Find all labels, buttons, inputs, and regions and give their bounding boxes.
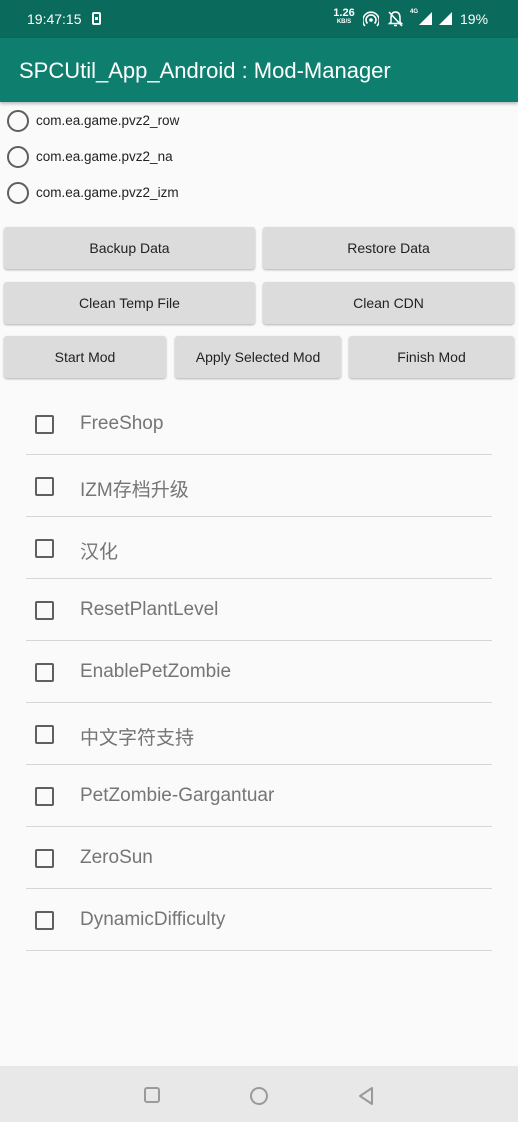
- network-type: 4G: [410, 9, 419, 15]
- checkbox[interactable]: [35, 849, 54, 868]
- package-label: com.ea.game.pvz2_izm: [36, 185, 179, 200]
- package-label: com.ea.game.pvz2_row: [36, 113, 180, 128]
- phone-icon: [92, 12, 101, 25]
- checkbox[interactable]: [35, 787, 54, 806]
- mod-checkbox-row[interactable]: IZM存档升级: [26, 455, 492, 517]
- checkbox[interactable]: [35, 539, 54, 558]
- page-title: SPCUtil_App_Android : Mod-Manager: [19, 58, 391, 83]
- mod-label: 汉化: [80, 542, 119, 563]
- hotspot-icon: [363, 11, 379, 27]
- home-circle-icon[interactable]: [250, 1087, 268, 1105]
- mod-checkbox-row[interactable]: ResetPlantLevel: [26, 579, 492, 641]
- checkbox[interactable]: [35, 663, 54, 682]
- package-radio-row[interactable]: com.ea.game.pvz2_izm: [6, 178, 306, 208]
- navigation-bar: [0, 1066, 518, 1122]
- mod-label: PetZombie-Gargantuar: [80, 785, 275, 806]
- apply-selected-mod-button[interactable]: Apply Selected Mod: [175, 336, 341, 378]
- battery-percent: 19%: [460, 11, 489, 27]
- clean-temp-file-button[interactable]: Clean Temp File: [4, 282, 255, 324]
- checkbox[interactable]: [35, 725, 54, 744]
- radio-button[interactable]: [7, 182, 29, 204]
- status-bar: 19:47:15 1.26 KB/S 4G 19%: [0, 0, 518, 38]
- mod-label: 中文字符支持: [80, 728, 195, 749]
- mod-checkbox-row[interactable]: DynamicDifficulty: [26, 889, 492, 951]
- mod-label: DynamicDifficulty: [80, 909, 226, 930]
- mod-label: IZM存档升级: [80, 480, 189, 501]
- bell-off-icon: [387, 11, 404, 27]
- recents-square-icon[interactable]: [144, 1087, 160, 1103]
- start-mod-button[interactable]: Start Mod: [4, 336, 166, 378]
- back-triangle-icon[interactable]: [357, 1086, 375, 1106]
- mod-label: FreeShop: [80, 413, 164, 434]
- package-label: com.ea.game.pvz2_na: [36, 149, 173, 164]
- status-time: 19:47:15: [27, 11, 82, 27]
- network-speed-unit: KB/S: [336, 19, 352, 25]
- network-speed-value: 1.26: [333, 7, 355, 19]
- mod-checkbox-row[interactable]: FreeShop: [26, 393, 492, 455]
- mod-checkbox-row[interactable]: ZeroSun: [26, 827, 492, 889]
- app-bar: SPCUtil_App_Android : Mod-Manager: [0, 38, 518, 102]
- mod-checkbox-row[interactable]: PetZombie-Gargantuar: [26, 765, 492, 827]
- checkbox[interactable]: [35, 477, 54, 496]
- clean-cdn-button[interactable]: Clean CDN: [263, 282, 514, 324]
- package-radio-row[interactable]: com.ea.game.pvz2_na: [6, 142, 306, 172]
- mod-checkbox-row[interactable]: 中文字符支持: [26, 703, 492, 765]
- mod-label: EnablePetZombie: [80, 661, 232, 682]
- mod-checkbox-row[interactable]: 汉化: [26, 517, 492, 579]
- checkbox[interactable]: [35, 911, 54, 930]
- mod-label: ResetPlantLevel: [80, 599, 219, 620]
- network-speed: 1.26 KB/S: [332, 7, 356, 26]
- mod-label: ZeroSun: [80, 847, 153, 868]
- restore-data-button[interactable]: Restore Data: [263, 227, 514, 269]
- mod-checkbox-row[interactable]: EnablePetZombie: [26, 641, 492, 703]
- signal-icon: [419, 12, 432, 25]
- checkbox[interactable]: [35, 601, 54, 620]
- radio-button[interactable]: [7, 146, 29, 168]
- checkbox[interactable]: [35, 415, 54, 434]
- finish-mod-button[interactable]: Finish Mod: [349, 336, 514, 378]
- radio-button[interactable]: [7, 110, 29, 132]
- backup-data-button[interactable]: Backup Data: [4, 227, 255, 269]
- package-radio-row[interactable]: com.ea.game.pvz2_row: [6, 106, 306, 136]
- signal-icon: [439, 12, 452, 25]
